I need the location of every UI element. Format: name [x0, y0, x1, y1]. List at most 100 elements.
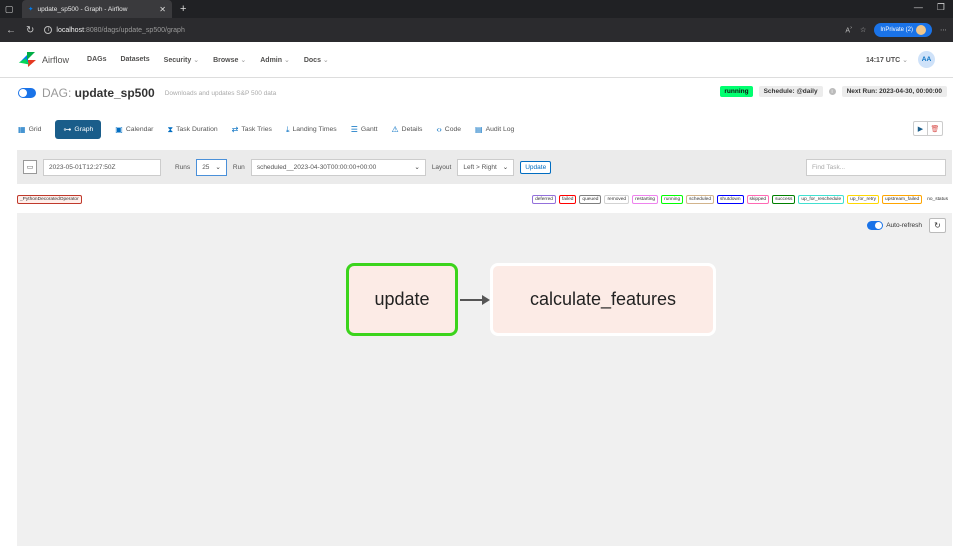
address-bar: ← ↻ i localhost:8080/dags/update_sp500/g… — [0, 18, 953, 42]
runs-label: Runs — [175, 163, 191, 171]
legend-item-scheduled[interactable]: scheduled — [686, 195, 714, 204]
legend-item-upstream-failed[interactable]: upstream_failed — [882, 195, 923, 204]
calendar-icon[interactable]: ▭ — [23, 160, 37, 174]
trigger-dag-button[interactable]: ▶ — [913, 121, 928, 136]
task-node-label: update — [374, 289, 430, 309]
update-button[interactable]: Update — [520, 160, 552, 174]
graph-icon: ⊶ — [63, 125, 72, 134]
clock-menu[interactable]: 14:17 UTC ⌄ — [866, 56, 908, 64]
auto-refresh-control: Auto-refresh ↻ — [867, 218, 946, 233]
tab-title: update_sp500 - Graph - Airflow — [37, 5, 128, 13]
filter-bar: ▭ 2023-05-01T12:27:50Z Runs 25 Run sched… — [17, 150, 952, 184]
favorites-icon[interactable]: ☆ — [860, 26, 866, 34]
next-run-badge: Next Run: 2023-04-30, 00:00:00 — [841, 86, 947, 97]
tab-gantt[interactable]: ☰ Gantt — [351, 125, 378, 134]
gantt-icon: ☰ — [350, 125, 358, 134]
url-host: localhost — [56, 26, 85, 34]
tab-audit-log[interactable]: ▤ Audit Log — [475, 125, 514, 134]
menu-dags[interactable]: DAGs — [87, 56, 106, 64]
auto-refresh-toggle[interactable] — [867, 221, 884, 230]
tab-label: Task Tries — [241, 126, 272, 133]
read-aloud-icon[interactable]: A› — [845, 25, 852, 34]
tab-code[interactable]: ‹› Code — [436, 125, 461, 134]
site-info-icon[interactable]: i — [44, 26, 53, 34]
tab-label: Code — [444, 126, 462, 133]
legend-item-up-for-retry[interactable]: up_for_retry — [847, 195, 880, 204]
legend-item-deferred[interactable]: deferred — [532, 195, 556, 204]
calendar-icon: ▣ — [115, 125, 123, 134]
tab-calendar[interactable]: ▣ Calendar — [115, 125, 153, 134]
url-field[interactable]: i localhost:8080/dags/update_sp500/graph — [44, 26, 835, 34]
task-node-calculate-features[interactable]: calculate_features — [490, 263, 716, 336]
status-badge: running — [720, 86, 753, 97]
legend-item-running[interactable]: running — [661, 195, 684, 204]
tab-task-tries[interactable]: ⇄ Task Tries — [232, 125, 272, 134]
tab-label: Gantt — [360, 126, 378, 133]
user-avatar[interactable]: AA — [918, 51, 935, 68]
more-icon[interactable]: ⋯ — [940, 26, 947, 34]
chevron-down-icon: ⌄ — [283, 56, 290, 64]
run-select[interactable]: scheduled__2023-04-30T00:00:00+00:00 — [250, 158, 426, 176]
menu-datasets[interactable]: Datasets — [120, 56, 149, 64]
window-menu-icon[interactable]: ▢ — [0, 0, 18, 18]
tries-icon: ⇄ — [231, 125, 239, 134]
legend-item-queued[interactable]: queued — [579, 195, 602, 204]
legend-item-success[interactable]: success — [772, 195, 796, 204]
layout-select[interactable]: Left > Right — [457, 158, 515, 176]
state-legend: deferred failed queued removed restarting run… — [532, 195, 950, 204]
base-date-input[interactable]: 2023-05-01T12:27:50Z — [43, 158, 161, 176]
runs-select[interactable]: 25 — [196, 158, 227, 176]
menu-admin[interactable]: Admin ⌄ — [260, 56, 290, 64]
back-icon[interactable]: ← — [6, 25, 16, 36]
find-task-input[interactable]: Find Task... — [806, 158, 946, 176]
tab-task-duration[interactable]: ⧗ Task Duration — [167, 125, 217, 135]
tab-grid[interactable]: ▦ Grid — [18, 125, 41, 134]
menu-security-label: Security — [163, 56, 192, 64]
inprivate-badge[interactable]: InPrivate (2) — [874, 23, 932, 37]
tab-details[interactable]: ⚠ Details — [392, 125, 423, 134]
legend-item-removed[interactable]: removed — [604, 195, 630, 204]
page-title: DAG: update_sp500 — [42, 86, 155, 100]
browser-tab-bar: ▢ ✦ update_sp500 - Graph - Airflow ✕ + —… — [0, 0, 953, 18]
legend-item-failed[interactable]: failed — [558, 195, 577, 204]
chevron-down-icon: ⌄ — [902, 56, 908, 64]
info-icon[interactable]: i — [828, 88, 836, 95]
menu-security[interactable]: Security ⌄ — [164, 56, 199, 64]
restore-icon[interactable]: ❐ — [937, 2, 945, 13]
main-menu: DAGs Datasets Security ⌄ Browse ⌄ Admin … — [87, 56, 329, 64]
dependency-edge — [460, 295, 490, 305]
tab-label: Calendar — [125, 126, 154, 133]
tab-graph[interactable]: ⊶ Graph — [55, 120, 102, 139]
dag-pause-toggle[interactable] — [18, 88, 36, 98]
reload-icon[interactable]: ↻ — [26, 25, 34, 36]
refresh-button[interactable]: ↻ — [929, 218, 946, 233]
menu-browse[interactable]: Browse ⌄ — [213, 56, 246, 64]
airflow-logo[interactable]: Airflow — [18, 51, 69, 69]
legend-item-up-for-reschedule[interactable]: up_for_reschedule — [798, 195, 845, 204]
menu-docs[interactable]: Docs ⌄ — [304, 56, 329, 64]
grid-icon: ▦ — [18, 125, 26, 134]
dag-actions: ▶ 🗑 — [913, 121, 943, 136]
task-node-update[interactable]: update — [346, 263, 458, 336]
close-icon[interactable]: ✕ — [159, 5, 166, 14]
legend-item-no-status[interactable]: no_status — [925, 196, 950, 203]
dag-id[interactable]: update_sp500 — [75, 86, 155, 100]
tab-label: Details — [401, 126, 423, 133]
new-tab-icon[interactable]: + — [180, 3, 186, 15]
legend-item-shutdown[interactable]: shutdown — [717, 195, 744, 204]
delete-dag-button[interactable]: 🗑 — [928, 121, 943, 136]
airflow-pinwheel-icon — [18, 51, 38, 69]
legend-item-restarting[interactable]: restarting — [632, 195, 659, 204]
legend-item-skipped[interactable]: skipped — [746, 195, 770, 204]
audit-icon: ▤ — [475, 125, 483, 134]
chevron-down-icon: ⌄ — [193, 56, 200, 64]
minimize-icon[interactable]: — — [914, 2, 923, 13]
schedule-label: Schedule: @daily — [763, 88, 818, 95]
operator-tag[interactable]: _PythonDecoratedOperator — [17, 195, 82, 204]
auto-refresh-label: Auto-refresh — [886, 222, 922, 229]
graph-canvas[interactable] — [17, 213, 952, 546]
browser-tab[interactable]: ✦ update_sp500 - Graph - Airflow ✕ — [22, 0, 172, 18]
menu-browse-label: Browse — [213, 56, 239, 64]
details-icon: ⚠ — [391, 125, 399, 134]
tab-landing-times[interactable]: ⤓ Landing Times — [286, 125, 337, 135]
